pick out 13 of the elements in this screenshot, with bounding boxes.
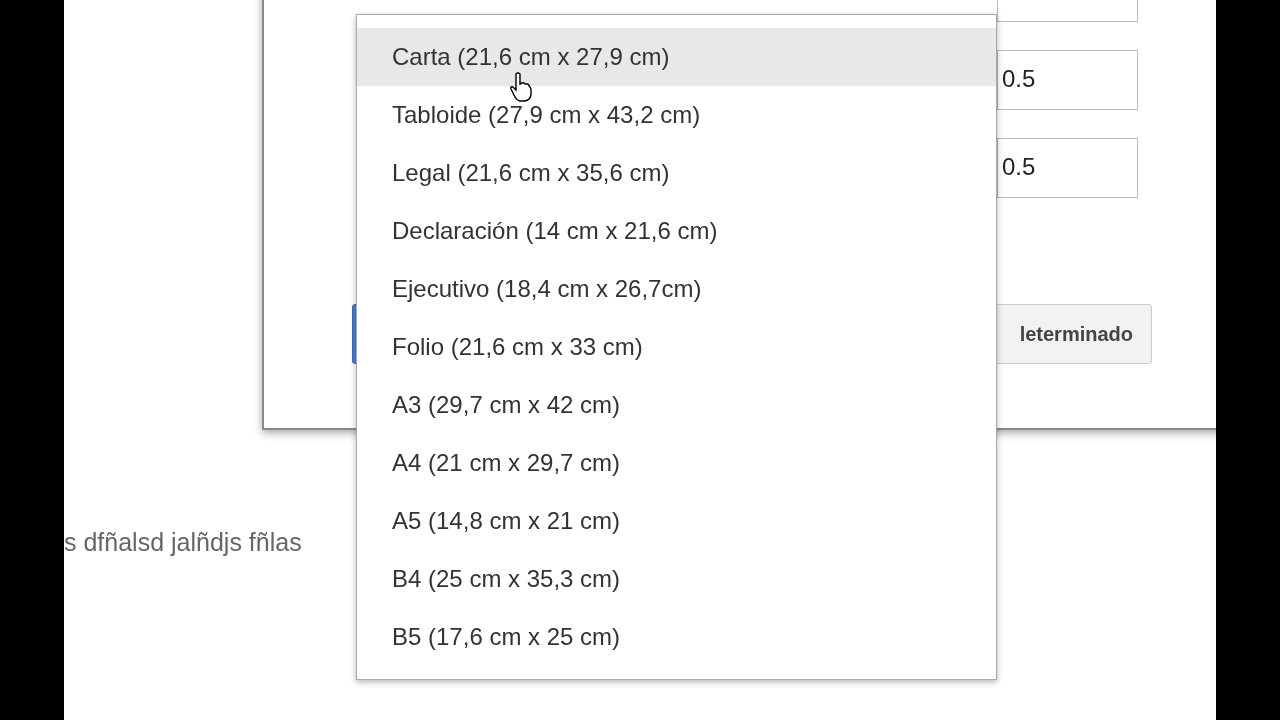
- body-text: s dfñalsd jalñdjs fñlas: [64, 528, 303, 557]
- menu-item[interactable]: B5 (17,6 cm x 25 cm): [357, 608, 996, 666]
- menu-item[interactable]: A4 (21 cm x 29,7 cm): [357, 434, 996, 492]
- input-field[interactable]: 0.5: [997, 50, 1138, 110]
- menu-item[interactable]: A3 (29,7 cm x 42 cm): [357, 376, 996, 434]
- menu-item[interactable]: Legal (21,6 cm x 35,6 cm): [357, 144, 996, 202]
- menu-item[interactable]: Tabloide (27,9 cm x 43,2 cm): [357, 86, 996, 144]
- hand-cursor-icon: [510, 72, 532, 102]
- input-field[interactable]: 0.5: [997, 138, 1138, 198]
- menu-item[interactable]: A5 (14,8 cm x 21 cm): [357, 492, 996, 550]
- menu-item[interactable]: Carta (21,6 cm x 27,9 cm): [357, 28, 996, 86]
- menu-item[interactable]: Declaración (14 cm x 21,6 cm): [357, 202, 996, 260]
- menu-item[interactable]: B4 (25 cm x 35,3 cm): [357, 550, 996, 608]
